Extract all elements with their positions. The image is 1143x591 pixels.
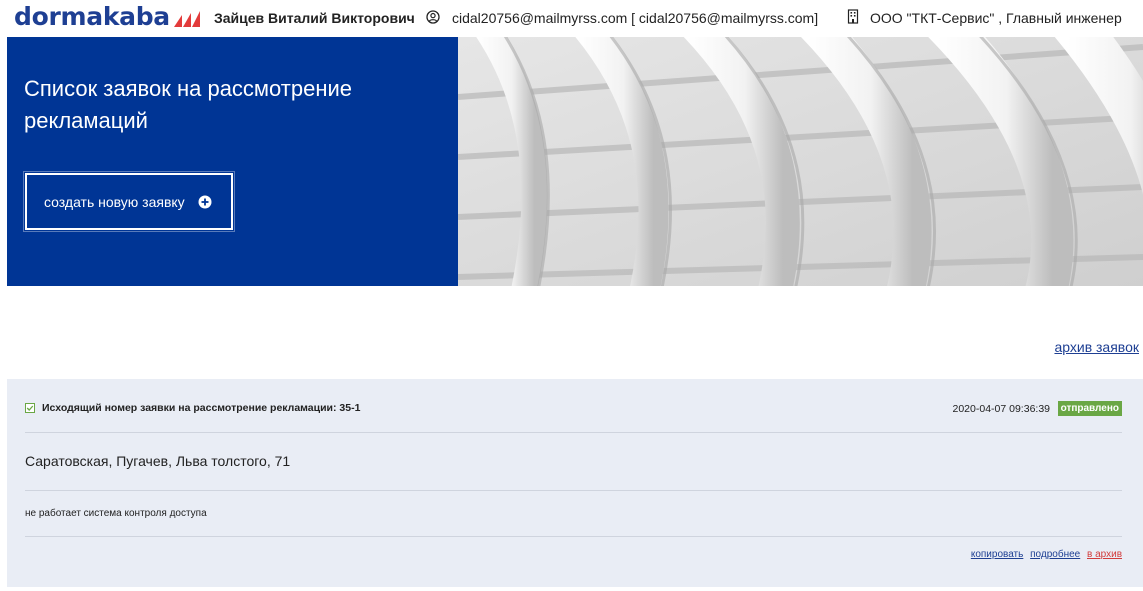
request-card: Исходящий номер заявки на рассмотрение р… <box>7 379 1143 587</box>
checkbox-checked-icon[interactable] <box>25 403 35 413</box>
user-circle-icon <box>426 10 440 24</box>
request-actions: копировать подробнее в архив <box>967 549 1122 560</box>
status-badge: отправлено <box>1057 401 1122 416</box>
top-bar: dormakaba Зайцев Виталий Викторович cida… <box>0 0 1143 37</box>
logo-text: dormakaba <box>14 2 170 31</box>
page-title: Список заявок на рассмотрение рекламаций <box>24 76 353 133</box>
plus-circle-icon <box>198 195 212 208</box>
request-card-header: Исходящий номер заявки на рассмотрение р… <box>25 401 1122 423</box>
create-request-button[interactable]: создать новую заявку <box>23 171 235 232</box>
organization-label: ООО "ТКТ-Сервис" , Главный инженер <box>870 10 1122 26</box>
divider <box>25 490 1122 491</box>
details-link[interactable]: подробнее <box>1030 549 1080 560</box>
user-email: cidal20756@mailmyrss.com [ cidal20756@ma… <box>452 10 819 26</box>
request-description: не работает система контроля доступа <box>25 508 207 519</box>
dormakaba-logo[interactable]: dormakaba <box>14 4 200 30</box>
request-address: Саратовская, Пугачев, Льва толстого, 71 <box>25 453 291 469</box>
divider <box>25 432 1122 433</box>
to-archive-link[interactable]: в архив <box>1087 549 1122 560</box>
request-datetime: 2020-04-07 09:36:39 <box>952 403 1051 415</box>
logo-mark-icon <box>173 11 200 27</box>
hero-panel: Список заявок на рассмотрение рекламаций… <box>7 37 458 286</box>
copy-link[interactable]: копировать <box>971 549 1024 560</box>
archive-link[interactable]: архив заявок <box>1054 339 1139 355</box>
request-number-title: Исходящий номер заявки на рассмотрение р… <box>42 402 361 414</box>
building-icon <box>847 9 859 24</box>
hero-architecture-image <box>458 37 1143 286</box>
divider <box>25 536 1122 537</box>
create-request-label: создать новую заявку <box>44 193 185 210</box>
user-name: Зайцев Виталий Викторович <box>214 10 415 26</box>
